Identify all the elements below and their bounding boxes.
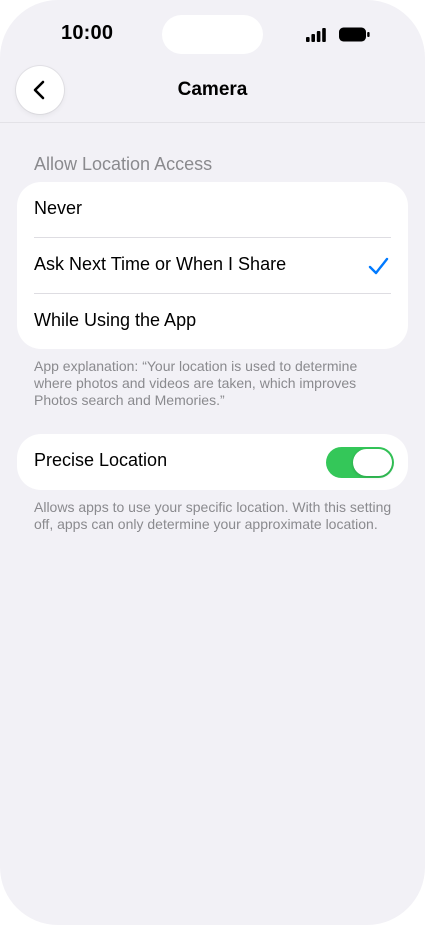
precise-location-label: Precise Location: [34, 450, 168, 470]
option-ask-next-time[interactable]: Ask Next Time or When I Share: [17, 238, 408, 294]
cellular-signal-icon: [306, 28, 326, 42]
nav-divider: [0, 122, 425, 123]
precise-location-toggle[interactable]: [326, 447, 394, 478]
dynamic-island: [162, 15, 263, 54]
page-title: Camera: [177, 79, 248, 100]
battery-icon: [339, 27, 370, 42]
phone-screen: 10:00 Camera Allow Location Access Never…: [0, 0, 425, 925]
status-icons: [306, 27, 370, 42]
app-explanation-text: App explanation: “Your location is used …: [34, 358, 358, 408]
location-access-options: Never Ask Next Time or When I Share Whil…: [17, 182, 408, 349]
option-label: Ask Next Time or When I Share: [34, 254, 287, 274]
toggle-knob: [353, 449, 392, 476]
status-time: 10:00: [61, 22, 114, 44]
section-header-location-access: Allow Location Access: [34, 154, 213, 174]
checkmark-icon: [368, 257, 389, 275]
option-while-using-app[interactable]: While Using the App: [17, 294, 408, 350]
option-never[interactable]: Never: [17, 182, 408, 238]
precise-location-footnote: Allows apps to use your specific locatio…: [34, 499, 392, 532]
option-label: Never: [34, 198, 83, 218]
precise-location-group: Precise Location: [17, 434, 408, 490]
option-label: While Using the App: [34, 310, 197, 330]
